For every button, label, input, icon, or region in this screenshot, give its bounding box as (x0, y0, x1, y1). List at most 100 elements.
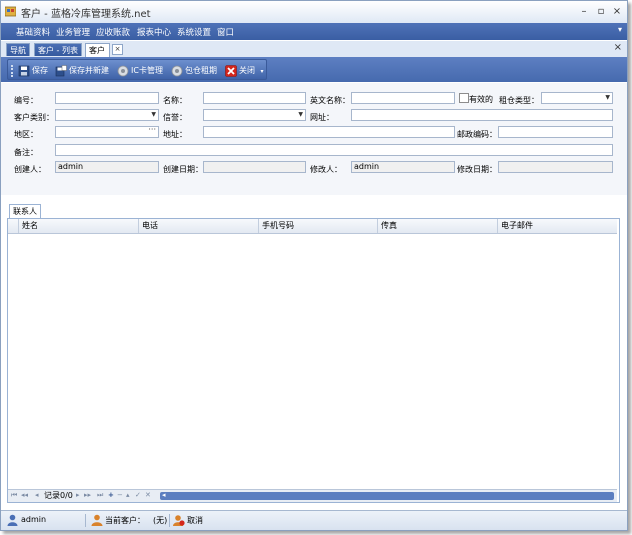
modified-date-field (498, 161, 613, 173)
nav-next-page-icon[interactable]: ▸▸ (84, 491, 91, 499)
chevron-down-icon: ▼ (605, 94, 610, 101)
title-bar[interactable]: 客户 - 蓝格冷库管理系统.net – ▫ × (1, 1, 627, 24)
nav-edit-icon[interactable]: ▴ (126, 491, 130, 499)
nav-add-icon[interactable]: + (108, 491, 114, 499)
status-bar: admin 当前客户： (无) 取消 (1, 510, 627, 530)
cancel-icon (173, 515, 185, 526)
cancel-customer-button[interactable]: 取消 (187, 515, 203, 526)
save-button[interactable]: 保存 (18, 63, 48, 78)
warehouse-rent-button[interactable]: 包仓租期 (171, 63, 217, 78)
nav-delete-icon[interactable]: − (117, 491, 123, 499)
rent-type-select[interactable]: ▼ (541, 92, 613, 104)
tab-customer[interactable]: 客户 (85, 43, 110, 57)
modifier-field: admin (351, 161, 455, 173)
postcode-input[interactable] (498, 126, 613, 138)
status-separator (169, 514, 170, 527)
close-red-icon (225, 64, 237, 77)
nav-prev-page-icon[interactable]: ◂◂ (21, 491, 28, 499)
nav-cancel-icon[interactable]: ✕ (145, 491, 151, 499)
menu-bar: 基础资料 业务管理 应收账款 报表中心 系统设置 窗口 ▾ (1, 23, 627, 40)
creator-field: admin (55, 161, 159, 173)
english-name-label: 英文名称： (310, 96, 350, 105)
valid-checkbox[interactable] (459, 93, 469, 103)
modifier-label: 修改人： (310, 165, 342, 174)
ic-card-button[interactable]: IC卡管理 (117, 63, 163, 78)
address-input[interactable] (203, 126, 455, 138)
save-new-icon (55, 64, 67, 76)
credit-label: 信誉： (163, 113, 187, 122)
col-phone[interactable]: 电话 (138, 219, 258, 233)
status-separator (85, 514, 86, 527)
warehouse-rent-label: 包仓租期 (185, 66, 217, 75)
tab-customer-list[interactable]: 客户 - 列表 (34, 43, 82, 56)
save-and-new-button[interactable]: 保存并新建 (55, 63, 109, 78)
col-name[interactable]: 姓名 (18, 219, 138, 233)
remark-label: 备注： (14, 148, 38, 157)
save-icon (18, 65, 30, 76)
tab-contacts[interactable]: 联系人 (9, 204, 41, 218)
close-all-tabs-icon[interactable]: × (614, 42, 622, 53)
close-form-button[interactable]: 关闭 ▾ (225, 63, 264, 78)
tab-navigation[interactable]: 导航 (6, 43, 30, 56)
close-dropdown-icon[interactable]: ▾ (261, 68, 264, 75)
current-customer-value: (无) (153, 516, 168, 525)
nav-confirm-icon[interactable]: ✓ (135, 491, 141, 499)
area-picker-button[interactable]: ··· (148, 125, 156, 135)
toolbar-grip[interactable] (11, 65, 15, 77)
credit-select[interactable]: ▼ (203, 109, 306, 121)
minimize-button[interactable]: – (577, 5, 591, 18)
warehouse-rent-icon (171, 65, 183, 76)
record-counter: 记录0/0 (44, 491, 73, 500)
toolbar: 保存 保存并新建 IC卡管理 包仓租期 关闭 ▾ (7, 59, 267, 80)
creator-label: 创建人： (14, 165, 46, 174)
chevron-down-icon: ▼ (151, 111, 156, 118)
current-user: admin (21, 515, 47, 524)
scroll-left-icon[interactable]: ◂ (162, 491, 166, 499)
customer-form: 编号： 名称： 英文名称： 有效的 租仓类型： ▼ 客户类别： ▼ 信誉： ▼ … (1, 83, 627, 195)
menu-reports[interactable]: 报表中心 (137, 26, 171, 38)
ic-card-icon (117, 65, 129, 76)
window-title: 客户 - 蓝格冷库管理系统.net (21, 9, 151, 20)
website-input[interactable] (351, 109, 613, 121)
created-date-field (203, 161, 306, 173)
area-input[interactable]: ··· (55, 125, 159, 138)
menu-business[interactable]: 业务管理 (56, 26, 90, 38)
grid-navigator: ⏮ ◂◂ ◂ 记录0/0 ▸ ▸▸ ⏭ + − ▴ ✓ ✕ ◂ (8, 489, 617, 502)
restore-button[interactable]: ▫ (594, 5, 608, 18)
horizontal-scrollbar[interactable] (160, 492, 614, 500)
code-input[interactable] (55, 92, 159, 104)
col-mobile[interactable]: 手机号码 (258, 219, 377, 233)
customer-icon (91, 514, 103, 526)
menu-receivables[interactable]: 应收账款 (96, 26, 130, 38)
contacts-grid: 姓名 电话 手机号码 传真 电子邮件 ⏮ ◂◂ ◂ 记录0/0 ▸ ▸▸ ⏭ +… (7, 218, 620, 503)
name-label: 名称： (163, 96, 187, 105)
nav-next-icon[interactable]: ▸ (76, 491, 80, 499)
col-email[interactable]: 电子邮件 (497, 219, 617, 233)
save-and-new-label: 保存并新建 (69, 66, 109, 75)
remark-input[interactable] (55, 144, 613, 156)
col-fax[interactable]: 传真 (377, 219, 497, 233)
customer-type-select[interactable]: ▼ (55, 109, 159, 121)
nav-last-icon[interactable]: ⏭ (97, 491, 103, 500)
grid-row-indicator (8, 219, 18, 233)
menu-window[interactable]: 窗口 (217, 26, 234, 38)
menu-basic-data[interactable]: 基础资料 (16, 26, 50, 38)
modified-date-label: 修改日期： (457, 165, 497, 174)
chevron-down-icon: ▼ (298, 111, 303, 118)
close-window-button[interactable]: × (610, 5, 624, 18)
app-window: 客户 - 蓝格冷库管理系统.net – ▫ × 基础资料 业务管理 应收账款 报… (0, 0, 628, 531)
created-date-label: 创建日期： (163, 165, 203, 174)
menu-overflow-icon[interactable]: ▾ (618, 25, 622, 34)
nav-first-icon[interactable]: ⏮ (11, 491, 17, 500)
close-form-label: 关闭 (239, 66, 255, 75)
menu-settings[interactable]: 系统设置 (177, 26, 211, 38)
english-name-input[interactable] (351, 92, 455, 104)
address-label: 地址： (163, 130, 187, 139)
current-customer-label: 当前客户： (105, 516, 145, 525)
user-icon (7, 514, 18, 526)
area-label: 地区： (14, 130, 38, 139)
nav-prev-icon[interactable]: ◂ (35, 491, 39, 499)
ic-card-label: IC卡管理 (131, 66, 163, 75)
name-input[interactable] (203, 92, 306, 104)
tab-close-icon[interactable]: × (112, 44, 123, 55)
